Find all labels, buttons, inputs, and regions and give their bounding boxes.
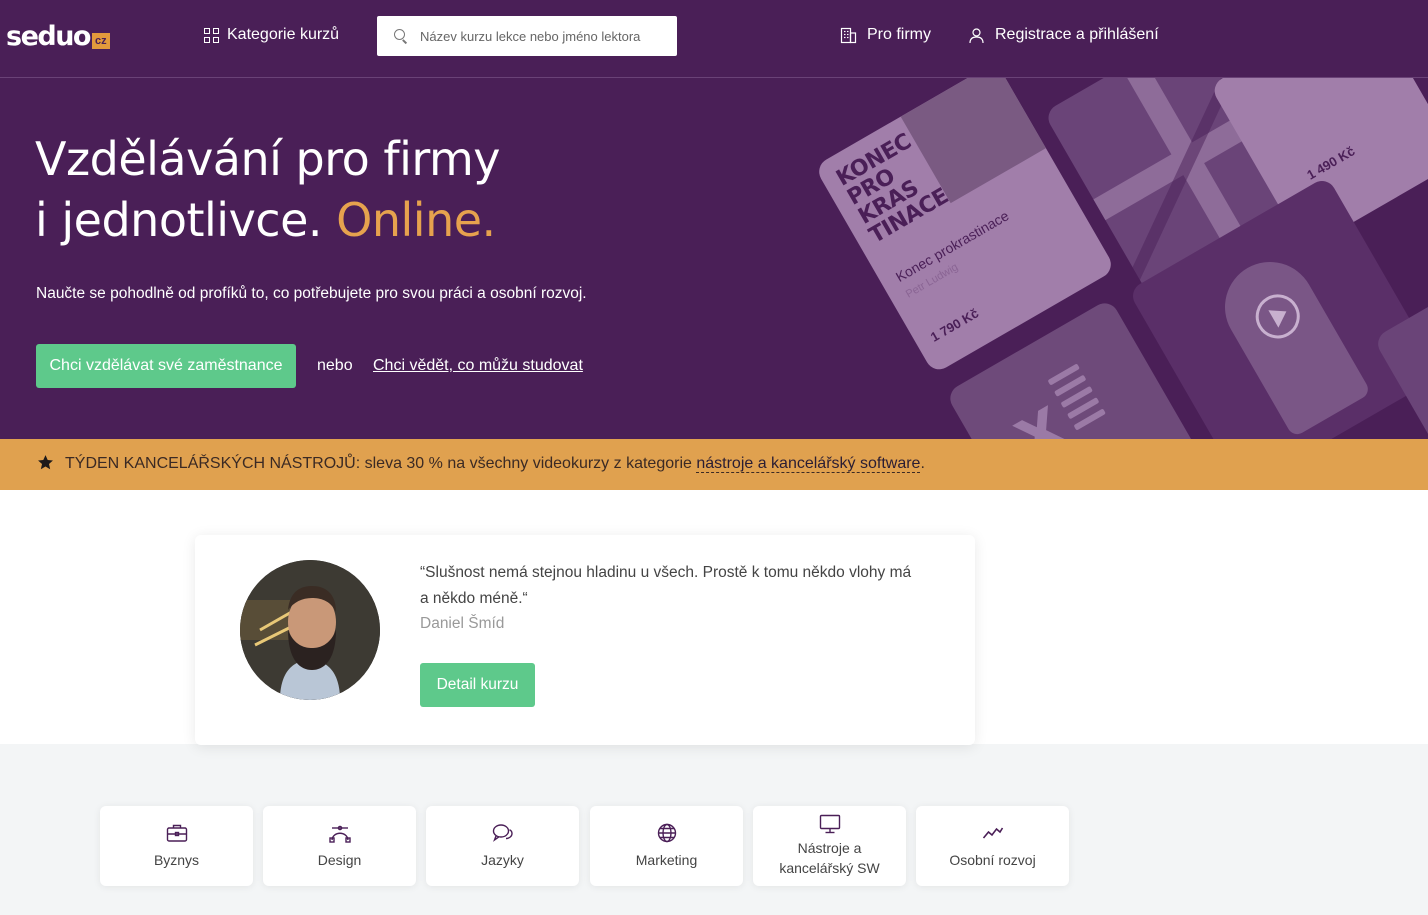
monitor-icon xyxy=(819,814,841,834)
language-course-tile xyxy=(1043,78,1327,304)
category-label: Nástroje a kancelářský SW xyxy=(779,840,880,876)
or-label: nebo xyxy=(317,357,353,374)
course-tile-price: 1 490 Kč xyxy=(1209,78,1428,251)
course-cover-text: KONEC PRO KRAS TINACE xyxy=(832,129,953,249)
trend-chart-icon xyxy=(982,823,1004,843)
hero-section: 1 490 Kč X KONEC PRO KRAS TINACE Konec p… xyxy=(0,78,1428,439)
testimonial-quote: “Slušnost nemá stejnou hladinu u všech. … xyxy=(420,564,912,607)
nav-companies-label: Pro firmy xyxy=(867,26,931,43)
promo-category-link[interactable]: nástroje a kancelářský software xyxy=(696,455,921,473)
course-detail-button[interactable]: Detail kurzu xyxy=(420,663,535,707)
category-languages[interactable]: Jazyky xyxy=(426,806,579,886)
nav-companies[interactable]: Pro firmy xyxy=(840,26,931,44)
hero-title: Vzdělávání pro firmy i jednotlivce. Onli… xyxy=(35,132,501,247)
seduo-logo[interactable]: seduo cz xyxy=(6,20,110,54)
logo-text: seduo xyxy=(6,21,91,52)
video-course-tile xyxy=(1127,175,1428,439)
briefcase-icon xyxy=(166,823,188,843)
lecturer-avatar xyxy=(240,560,380,700)
tile-price: 1 490 Kč xyxy=(1304,143,1358,183)
hero-title-accent: Online. xyxy=(336,193,496,247)
promo-text: TÝDEN KANCELÁŘSKÝCH NÁSTROJŮ: sleva 30 %… xyxy=(65,455,925,473)
search-icon xyxy=(394,29,408,43)
category-label: Byznys xyxy=(153,852,200,868)
logo-badge: cz xyxy=(91,33,110,49)
search-input[interactable] xyxy=(420,28,660,44)
nav-login[interactable]: Registrace a přihlášení xyxy=(968,26,1159,44)
testimonial-author: Daniel Šmíd xyxy=(420,615,505,632)
testimonial-card: “Slušnost nemá stejnou hladinu u všech. … xyxy=(195,535,975,745)
search-box[interactable] xyxy=(377,16,677,56)
category-business[interactable]: Byznys xyxy=(100,806,253,886)
lecturer-photo xyxy=(900,78,1046,204)
user-icon xyxy=(968,27,985,44)
what-can-i-study-link[interactable]: Chci vědět, co můžu studovat xyxy=(373,357,583,375)
excel-course-tile: X xyxy=(945,298,1205,439)
category-personal-growth[interactable]: Osobní rozvoj xyxy=(916,806,1069,886)
building-icon xyxy=(840,27,857,44)
category-office-tools[interactable]: Nástroje a kancelářský SW xyxy=(753,806,906,886)
course-tile-edge xyxy=(1373,278,1428,439)
bezier-curve-icon xyxy=(329,823,351,843)
promo-banner: TÝDEN KANCELÁŘSKÝCH NÁSTROJŮ: sleva 30 %… xyxy=(0,439,1428,490)
course-card-price: 1 790 Kč xyxy=(927,305,982,345)
train-employees-button[interactable]: Chci vzdělávat své zaměstnance xyxy=(36,344,296,388)
category-label: Design xyxy=(317,852,362,868)
hero-subtitle: Naučte se pohodlně od profíků to, co pot… xyxy=(36,285,587,302)
top-header: seduo cz Kategorie kurzů Pro firmy Regis… xyxy=(0,0,1428,78)
category-label: Jazyky xyxy=(481,852,524,868)
play-icon xyxy=(1247,286,1308,347)
category-marketing[interactable]: Marketing xyxy=(590,806,743,886)
nav-categories-label: Kategorie kurzů xyxy=(227,26,340,43)
course-card-title: Konec prokrastinace xyxy=(892,207,1012,286)
chat-bubbles-icon xyxy=(492,823,514,843)
star-icon xyxy=(37,454,54,471)
grid-icon xyxy=(204,27,219,43)
course-card-author: Petr Ludwig xyxy=(903,261,961,301)
category-label: Osobní rozvoj xyxy=(949,852,1036,868)
category-label: Marketing xyxy=(635,852,698,868)
nav-login-label: Registrace a přihlášení xyxy=(995,26,1159,43)
globe-icon xyxy=(656,823,678,843)
nav-categories[interactable]: Kategorie kurzů xyxy=(204,26,339,44)
course-card-procrastination: KONEC PRO KRAS TINACE Konec prokrastinac… xyxy=(814,78,1116,375)
category-design[interactable]: Design xyxy=(263,806,416,886)
excel-icon: X xyxy=(1004,394,1078,439)
